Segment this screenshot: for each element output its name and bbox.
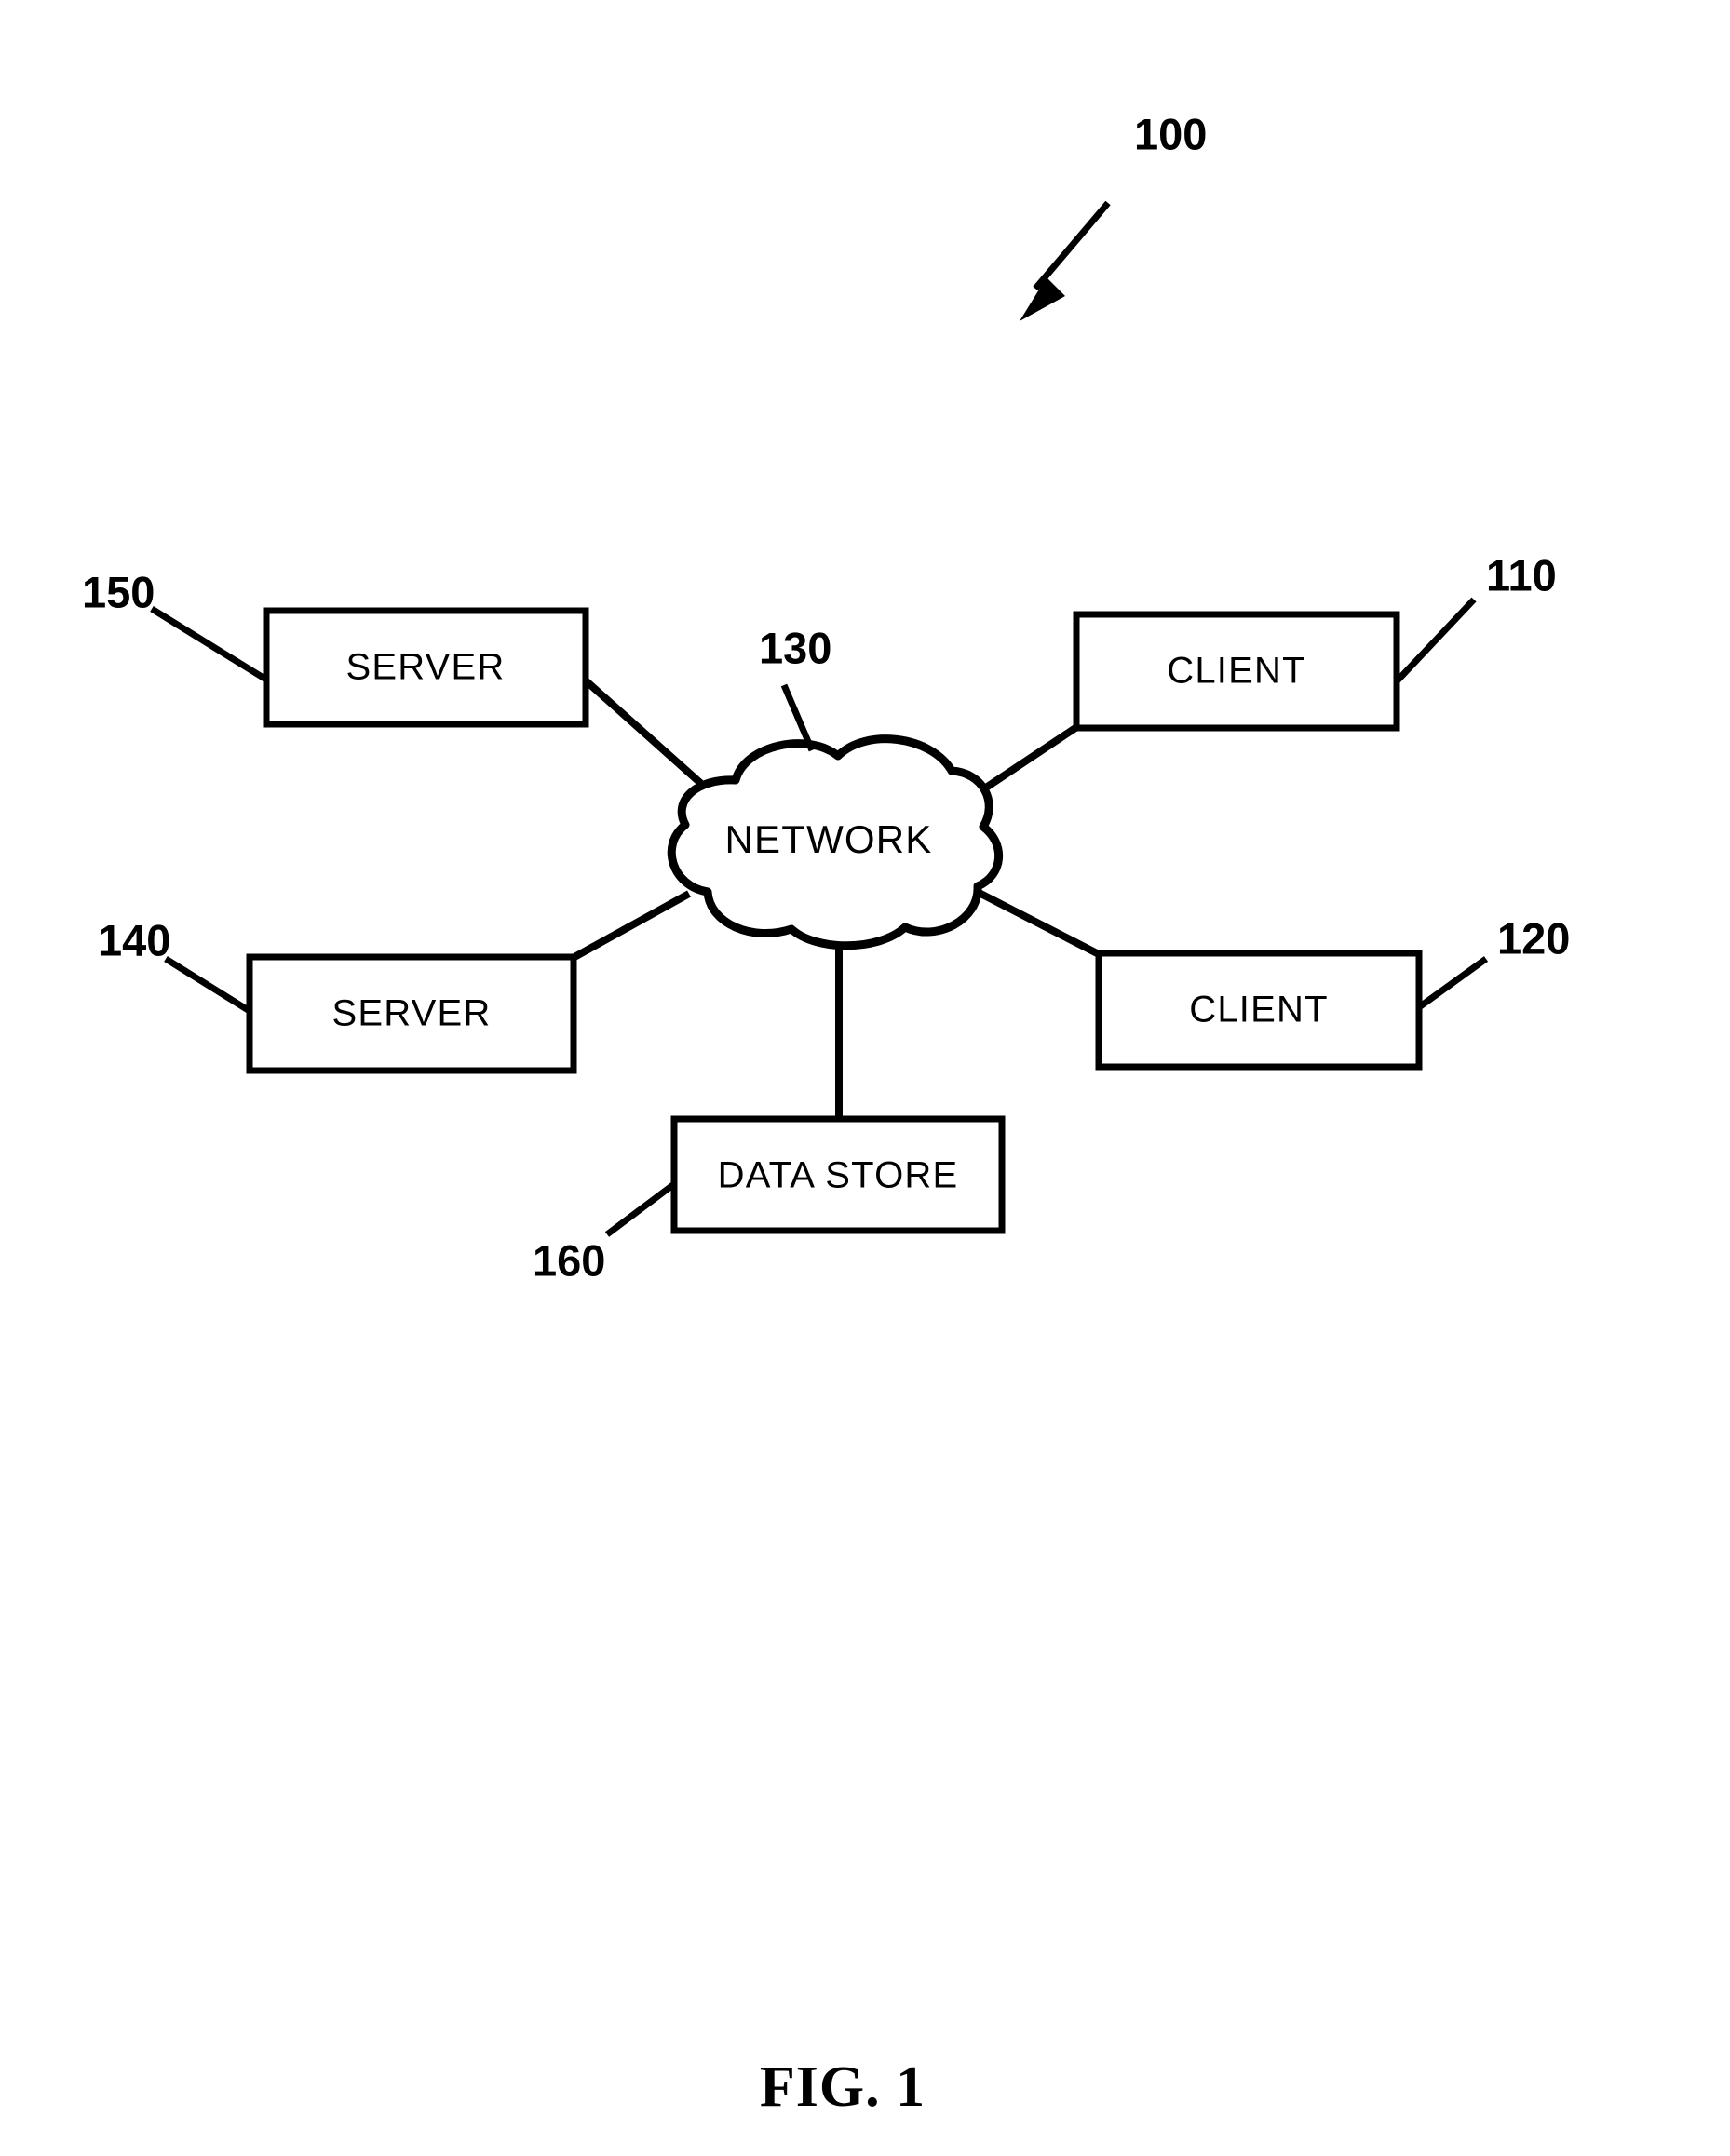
network-cloud-group[interactable]: NETWORK [667, 734, 1003, 950]
node-client-120[interactable]: CLIENT [1095, 950, 1423, 1071]
server-140-label: SERVER [332, 993, 492, 1034]
node-client-110[interactable]: CLIENT [1073, 611, 1400, 732]
link-server150-network [584, 679, 710, 792]
ref-numeral-110: 110 [1486, 550, 1557, 600]
ref-group-120: 120 [1416, 913, 1570, 1010]
leader-line-110 [1394, 597, 1477, 684]
system-reference-group: 100 [1020, 109, 1207, 321]
figure-caption: FIG. 1 [760, 2055, 926, 2119]
ref-group-110: 110 [1394, 550, 1557, 684]
patent-figure-canvas: 100 NETWORK 130 SERVER 150 SERVER 140 CL… [0, 0, 1730, 2156]
ref-group-160: 160 [533, 1181, 677, 1285]
figure-drawing: 100 NETWORK 130 SERVER 150 SERVER 140 CL… [82, 109, 1570, 2119]
system-arrow-shaft [1033, 200, 1111, 291]
node-server-140[interactable]: SERVER [246, 953, 577, 1074]
leader-line-140 [164, 956, 251, 1014]
ref-numeral-100: 100 [1134, 109, 1207, 158]
leader-line-150 [150, 606, 268, 682]
ref-numeral-150: 150 [82, 567, 155, 616]
ref-numeral-160: 160 [533, 1235, 605, 1285]
data-store-160-label: DATA STORE [718, 1155, 959, 1196]
ref-numeral-120: 120 [1497, 913, 1570, 963]
client-120-label: CLIENT [1189, 990, 1328, 1031]
leader-line-120 [1416, 956, 1489, 1010]
network-label: NETWORK [724, 817, 932, 861]
node-data-store-160[interactable]: DATA STORE [670, 1115, 1006, 1234]
node-server-150[interactable]: SERVER [263, 607, 589, 728]
ref-numeral-130: 130 [759, 623, 831, 672]
server-150-label: SERVER [346, 647, 506, 688]
link-server140-network [573, 890, 691, 961]
ref-group-130: 130 [759, 623, 831, 752]
ref-numeral-140: 140 [98, 915, 170, 964]
ref-group-150: 150 [82, 567, 268, 682]
leader-line-160 [604, 1181, 677, 1237]
ref-group-140: 140 [98, 915, 251, 1014]
client-110-label: CLIENT [1167, 651, 1305, 692]
